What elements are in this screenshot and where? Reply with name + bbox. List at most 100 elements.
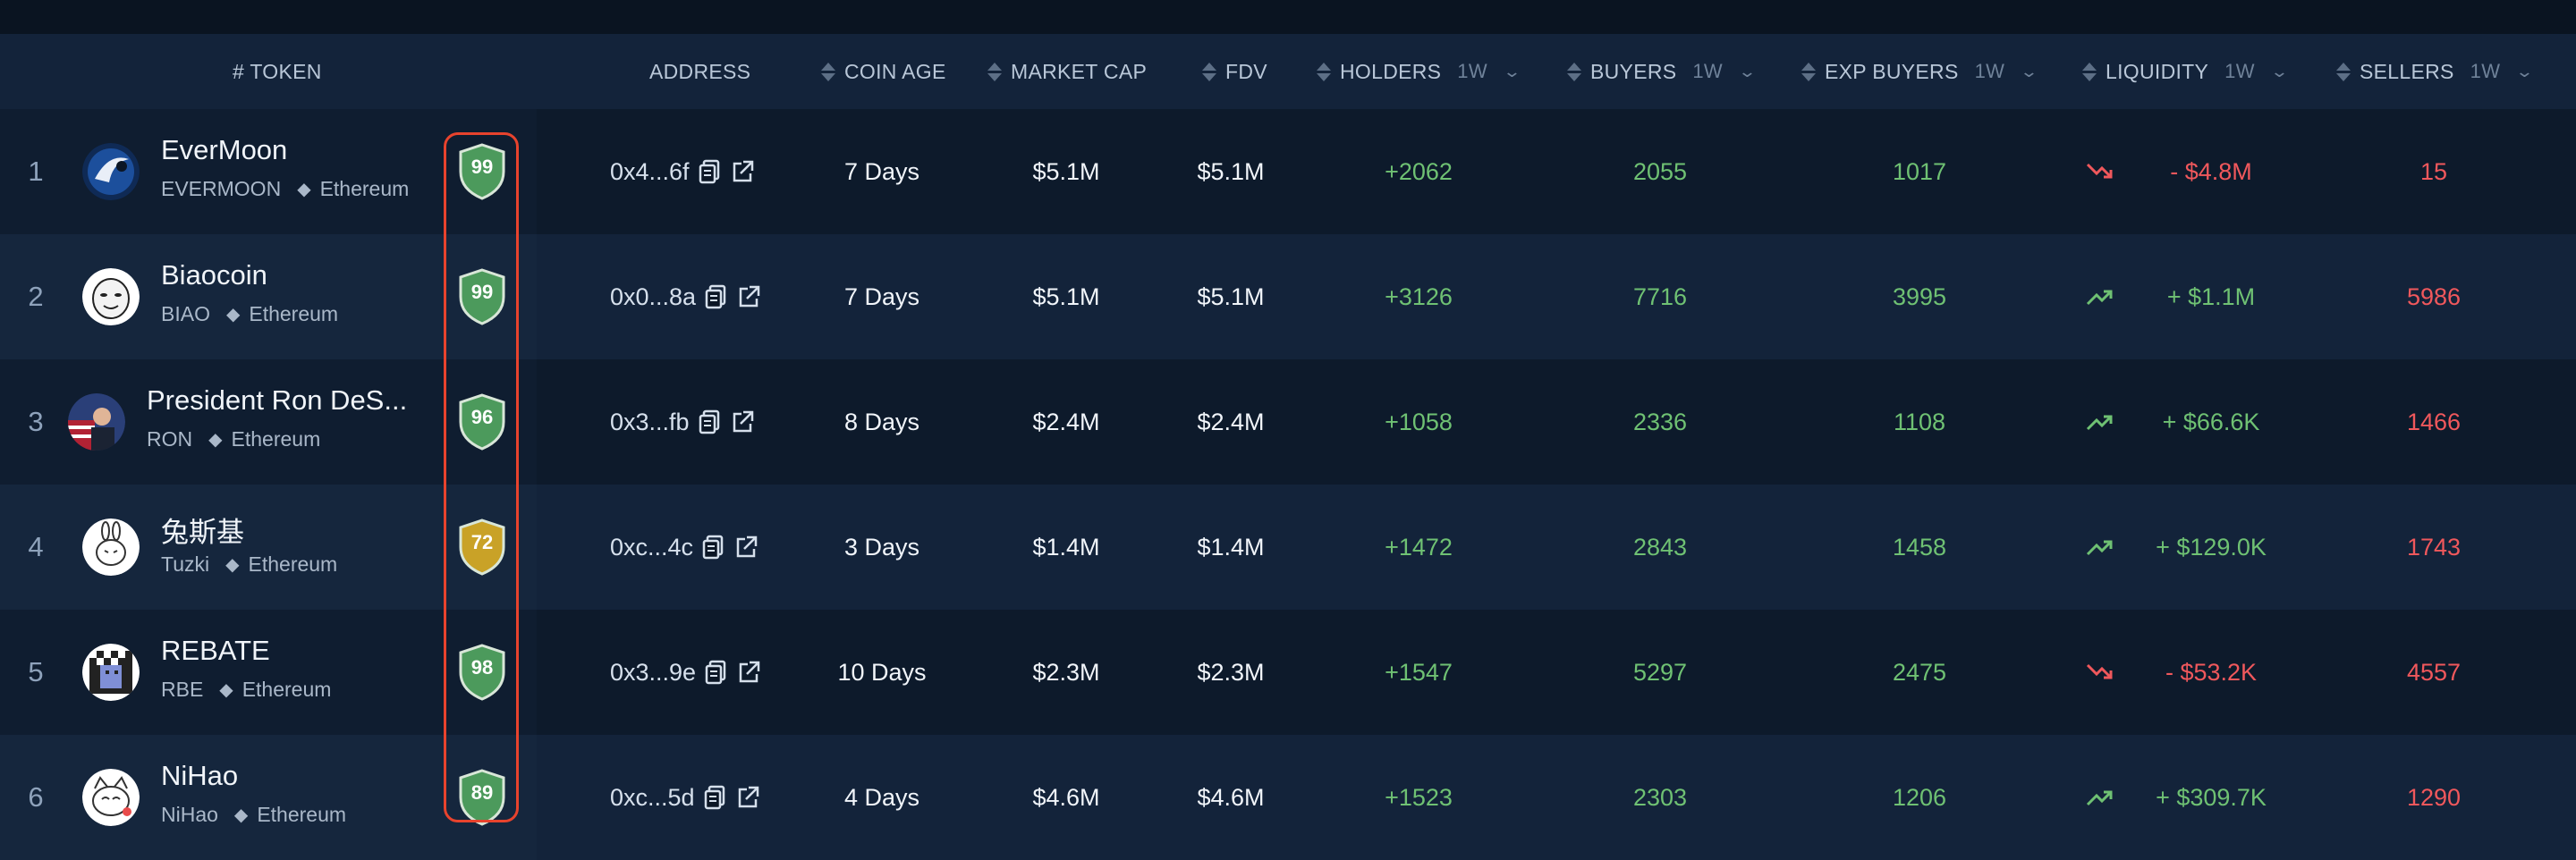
token-symbol: EVERMOON [161, 177, 282, 200]
table-row[interactable]: 5 REBATE RBE ◆ Ethereum 98 0x3...9e 10 Days $2.3… [0, 610, 2576, 735]
liquidity-change: + $1.1M [2166, 282, 2256, 310]
token-chain: Ethereum [231, 427, 321, 451]
sort-icon[interactable] [1317, 62, 1331, 81]
table-row[interactable]: 2 Biaocoin BIAO ◆ Ethereum 99 0x0...8a 7 Days $5… [0, 234, 2576, 359]
trend-down-icon [2086, 610, 2114, 735]
exp-buyers-count: 1206 [1892, 783, 1947, 811]
token-chain: Ethereum [242, 678, 332, 701]
timeframe-label: 1W [1692, 60, 1723, 82]
holders-change: +2062 [1385, 157, 1453, 185]
external-link-icon[interactable] [731, 409, 754, 434]
table-row[interactable]: 4 兔斯基 Tuzki ◆ Ethereum 72 0xc...4c 3 Days $1.4M $… [0, 485, 2576, 610]
token-name[interactable]: EverMoon [161, 134, 287, 166]
sellers-count: 1743 [2406, 533, 2462, 561]
buyers-count: 2303 [1632, 783, 1688, 811]
token-symbol: RBE [161, 678, 204, 701]
token-name[interactable]: REBATE [161, 635, 270, 667]
header-holders-label: HOLDERS [1340, 59, 1442, 83]
token-subtitle: RBE ◆ Ethereum [161, 678, 331, 702]
header-coin-age-label: COIN AGE [844, 59, 946, 83]
header-buyers[interactable]: BUYERS 1W ⌄ [1567, 34, 1757, 109]
token-name[interactable]: 兔斯基 [161, 510, 244, 550]
table-row[interactable]: 1 EverMoon EVERMOON ◆ Ethereum 99 0x4...6f 7 Da… [0, 109, 2576, 234]
chevron-down-icon[interactable]: ⌄ [1738, 63, 1758, 81]
token-name[interactable]: Biaocoin [161, 259, 267, 291]
top-band [0, 0, 2576, 34]
holders-change: +1547 [1385, 658, 1453, 686]
copy-icon[interactable] [702, 535, 725, 560]
exp-buyers-count: 1017 [1892, 157, 1947, 185]
copy-icon[interactable] [699, 159, 722, 184]
copy-icon[interactable] [705, 284, 728, 309]
header-market-cap[interactable]: MARKET CAP [987, 34, 1147, 109]
header-coin-age[interactable]: COIN AGE [821, 34, 946, 109]
header-sellers-label: SELLERS [2360, 59, 2454, 83]
table-row[interactable]: 6 NiHao NiHao ◆ Ethereum 89 0xc...5d 4 Days $4.6… [0, 735, 2576, 860]
external-link-icon[interactable] [731, 159, 754, 184]
header-address: ADDRESS [649, 34, 750, 109]
token-avatar [82, 519, 140, 576]
sort-icon[interactable] [2082, 62, 2097, 81]
exp-buyers-count: 3995 [1892, 282, 1947, 310]
holders-change: +1472 [1385, 533, 1453, 561]
token-subtitle: EVERMOON ◆ Ethereum [161, 177, 409, 201]
coin-age: 3 Days [843, 533, 920, 561]
header-address-label: ADDRESS [649, 59, 751, 83]
sort-icon[interactable] [1567, 62, 1581, 81]
table-row[interactable]: 3 President Ron DeS... RON ◆ Ethereum 96 0x3..… [0, 359, 2576, 485]
header-sellers[interactable]: SELLERS 1W ⌄ [2336, 34, 2535, 109]
holders-change: +1523 [1385, 783, 1453, 811]
header-liquidity[interactable]: LIQUIDITY 1W ⌄ [2082, 34, 2289, 109]
sort-icon[interactable] [2336, 62, 2351, 81]
token-subtitle: BIAO ◆ Ethereum [161, 302, 338, 326]
rank-number: 3 [28, 406, 44, 437]
address-cell: 0xc...4c [610, 485, 758, 610]
chevron-down-icon[interactable]: ⌄ [2270, 63, 2290, 81]
sort-icon[interactable] [821, 62, 835, 81]
ethereum-icon: ◆ [297, 180, 311, 199]
external-link-icon[interactable] [737, 660, 760, 685]
coin-age: 10 Days [837, 658, 927, 686]
copy-icon[interactable] [704, 785, 727, 810]
header-liquidity-label: LIQUIDITY [2106, 59, 2209, 83]
timeframe-label: 1W [1457, 60, 1487, 82]
chevron-down-icon[interactable]: ⌄ [2020, 63, 2039, 81]
address-cell: 0x4...6f [610, 109, 754, 234]
liquidity-change: + $66.6K [2162, 408, 2260, 435]
ethereum-icon: ◆ [225, 555, 240, 575]
token-avatar [82, 769, 140, 826]
external-link-icon[interactable] [737, 284, 760, 309]
header-fdv[interactable]: FDV [1202, 34, 1267, 109]
fdv-value: $2.3M [1197, 658, 1265, 686]
header-exp-buyers[interactable]: EXP BUYERS 1W ⌄ [1801, 34, 2039, 109]
coin-age: 8 Days [843, 408, 920, 435]
chevron-down-icon[interactable]: ⌄ [2515, 63, 2535, 81]
external-link-icon[interactable] [734, 535, 758, 560]
address-cell: 0x3...9e [610, 610, 760, 735]
address-cell: 0xc...5d [610, 735, 759, 860]
header-holders[interactable]: HOLDERS 1W ⌄ [1317, 34, 1522, 109]
holders-change: +1058 [1385, 408, 1453, 435]
sort-icon[interactable] [987, 62, 1002, 81]
copy-icon[interactable] [699, 409, 722, 434]
token-name[interactable]: NiHao [161, 760, 238, 792]
sort-icon[interactable] [1202, 62, 1216, 81]
copy-icon[interactable] [705, 660, 728, 685]
rank-number: 2 [28, 281, 44, 312]
header-token[interactable]: # TOKEN [233, 34, 322, 109]
token-avatar [82, 143, 140, 200]
ethereum-icon: ◆ [225, 305, 241, 325]
header-token-label: # TOKEN [233, 59, 322, 83]
token-address: 0x3...9e [610, 658, 697, 686]
token-name[interactable]: President Ron DeS... [147, 384, 407, 417]
liquidity-change: + $129.0K [2156, 533, 2267, 561]
external-link-icon[interactable] [736, 785, 759, 810]
timeframe-label: 1W [1974, 60, 2005, 82]
buyers-count: 2336 [1632, 408, 1688, 435]
market-cap: $2.4M [1032, 408, 1100, 435]
table-header: # TOKEN ADDRESS COIN AGE MARKET CAP FDV … [0, 34, 2576, 109]
chevron-down-icon[interactable]: ⌄ [1503, 63, 1522, 81]
sort-icon[interactable] [1801, 62, 1816, 81]
market-cap: $1.4M [1032, 533, 1100, 561]
token-symbol: BIAO [161, 302, 210, 325]
